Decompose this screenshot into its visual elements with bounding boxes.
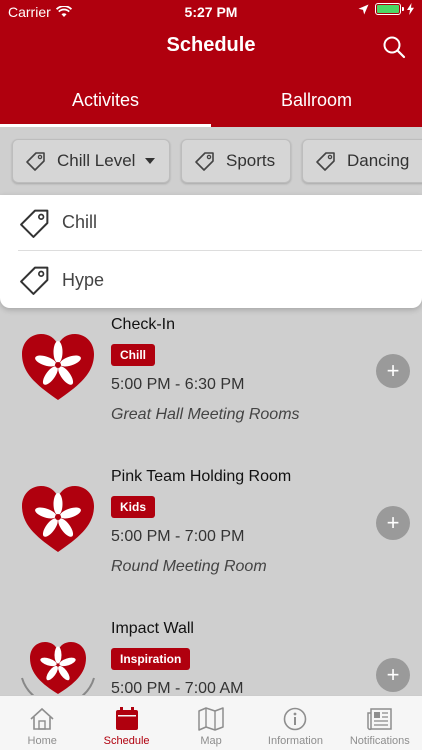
status-bar: Carrier 5:27 PM [0,0,422,24]
list-item[interactable]: Check-In Chill 5:00 PM - 6:30 PM Great H… [0,308,422,460]
charging-bolt-icon [407,3,414,15]
filter-chill-level[interactable]: Chill Level [12,139,170,183]
tab-ballroom[interactable]: Ballroom [211,74,422,127]
heart-flower-logo [22,334,94,400]
nav-map[interactable]: Map [169,696,253,750]
nav-schedule[interactable]: Schedule [84,696,168,750]
plus-icon: + [386,510,400,535]
list-item[interactable]: Impact Wall Inspiration 5:00 PM - 7:00 A… [0,612,422,695]
tab-bar: Activites Ballroom [0,74,422,127]
plus-icon: + [386,662,400,687]
search-button[interactable] [382,35,406,59]
event-list: Check-In Chill 5:00 PM - 6:30 PM Great H… [0,308,422,695]
tab-activites[interactable]: Activites [0,74,211,127]
heart-hands-logo [21,642,95,695]
event-time: 5:00 PM - 7:00 PM [111,528,245,545]
location-arrow-icon [358,4,369,14]
info-icon [284,707,307,731]
app-header: Carrier 5:27 PM Schedule Activites Ballr… [0,0,422,127]
dropdown-option-hype[interactable]: Hype [18,252,422,308]
nav-home[interactable]: Home [0,696,84,750]
add-to-schedule-button[interactable]: + [376,506,410,540]
bottom-tab-bar: Home Schedule Map Information Notificati… [0,695,422,750]
event-location: Round Meeting Room [111,558,267,575]
newspaper-icon [367,708,392,731]
tag-icon [316,152,335,171]
calendar-icon [115,707,138,730]
chill-level-dropdown: Chill Hype [0,195,422,308]
filter-dancing[interactable]: Dancing [302,139,422,183]
heart-flower-logo [22,486,94,552]
filter-sports[interactable]: Sports [181,139,291,183]
event-time: 5:00 PM - 6:30 PM [111,376,245,393]
plus-icon: + [386,358,400,383]
event-tag-badge: Inspiration [111,648,191,670]
event-name: Impact Wall [111,620,194,637]
tag-icon [20,209,49,238]
dropdown-option-chill[interactable]: Chill [18,195,422,251]
filter-bar: Chill Level Sports Dancing [0,127,422,195]
add-to-schedule-button[interactable]: + [376,658,410,692]
home-icon [30,707,54,730]
tag-icon [20,266,49,295]
page-title: Schedule [166,34,256,56]
list-item[interactable]: Pink Team Holding Room Kids 5:00 PM - 7:… [0,460,422,612]
map-icon [198,707,224,731]
event-location: Great Hall Meeting Rooms [111,406,300,423]
event-name: Check-In [111,316,176,333]
caret-down-icon [145,158,156,164]
event-tag-badge: Kids [111,496,156,518]
nav-information[interactable]: Information [253,696,337,750]
nav-notifications[interactable]: Notifications [338,696,422,750]
search-icon [383,36,406,59]
add-to-schedule-button[interactable]: + [376,354,410,388]
tag-icon [195,152,214,171]
event-name: Pink Team Holding Room [111,468,292,485]
battery-icon [375,3,404,15]
event-time: 5:00 PM - 7:00 AM [111,680,244,695]
tag-icon [26,152,45,171]
event-tag-badge: Chill [111,344,155,366]
